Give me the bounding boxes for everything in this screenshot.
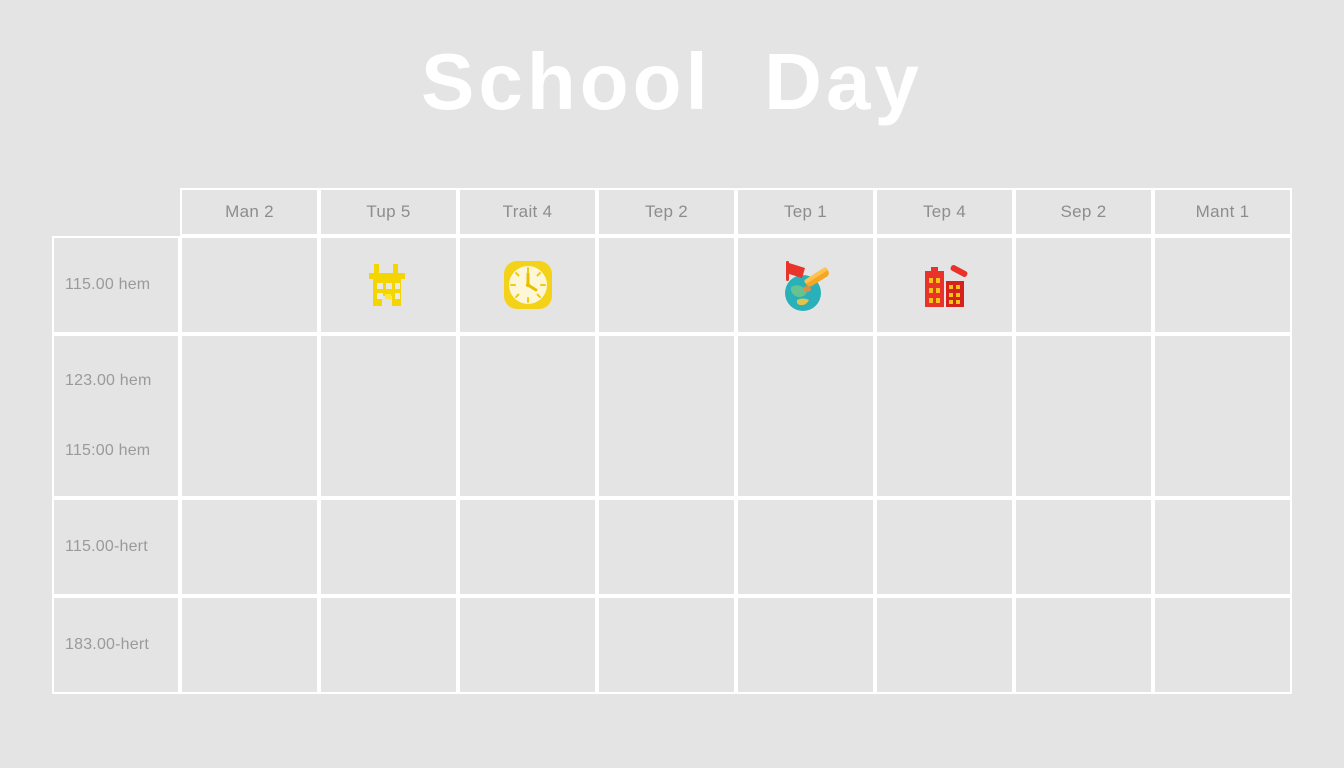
schedule-cell-r4-c2[interactable] [319, 596, 458, 694]
schedule-cell-r2-c4[interactable] [597, 334, 736, 498]
schedule-cell-r3-c5[interactable] [736, 498, 875, 596]
schedule-cell-r4-c6[interactable] [875, 596, 1014, 694]
schedule-cell-r2-c2[interactable] [319, 334, 458, 498]
schedule-cell-r3-c6[interactable] [875, 498, 1014, 596]
schedule-cell-r1-c4[interactable] [597, 236, 736, 334]
schedule-grid: Man 2 Tup 5 Trait 4 Tep 2 Tep 1 Tep 4 Sep 2 Man… [52, 188, 1292, 694]
column-header-7[interactable]: Sep 2 [1014, 188, 1153, 236]
schedule-cell-r2-c1[interactable] [180, 334, 319, 498]
time-label-cell-4: 183.00-hert [52, 596, 180, 694]
schedule-cell-r1-c1[interactable] [180, 236, 319, 334]
schedule-cell-r2-c3[interactable] [458, 334, 597, 498]
school-building-icon[interactable] [319, 236, 458, 334]
schedule-cell-r4-c8[interactable] [1153, 596, 1292, 694]
schedule-cell-r2-c8[interactable] [1153, 334, 1292, 498]
time-label-cell-1: 115.00 hem [52, 236, 180, 334]
column-header-5[interactable]: Tep 1 [736, 188, 875, 236]
schedule-table: Man 2 Tup 5 Trait 4 Tep 2 Tep 1 Tep 4 Sep 2 Man… [52, 188, 1292, 694]
page-title: School Day [421, 37, 923, 126]
clock-icon[interactable] [458, 236, 597, 334]
schedule-cell-r3-c7[interactable] [1014, 498, 1153, 596]
schedule-cell-r2-c7[interactable] [1014, 334, 1153, 498]
schedule-cell-r4-c4[interactable] [597, 596, 736, 694]
globe-flag-icon[interactable] [736, 236, 875, 334]
globe-flag-icon [784, 261, 829, 311]
schedule-cell-r4-c3[interactable] [458, 596, 597, 694]
schedule-cell-r2-c6[interactable] [875, 334, 1014, 498]
time-label: 115.00-hert [65, 538, 148, 555]
column-header-2[interactable]: Tup 5 [319, 188, 458, 236]
schedule-cell-r2-c5[interactable] [736, 334, 875, 498]
time-label: 115.00 hem [65, 276, 151, 293]
schedule-cell-r3-c1[interactable] [180, 498, 319, 596]
time-label: 183.00-hert [65, 636, 150, 653]
clock-icon [503, 261, 552, 309]
column-header-1[interactable]: Man 2 [180, 188, 319, 236]
column-header-8[interactable]: Mant 1 [1153, 188, 1292, 236]
column-header-4[interactable]: Tep 2 [597, 188, 736, 236]
schedule-cell-r4-c5[interactable] [736, 596, 875, 694]
schedule-cell-r3-c2[interactable] [319, 498, 458, 596]
buildings-icon [924, 265, 967, 307]
schedule-cell-r4-c7[interactable] [1014, 596, 1153, 694]
time-label: 115:00 hem [65, 442, 151, 459]
schedule-cell-r1-c8[interactable] [1153, 236, 1292, 334]
buildings-icon[interactable] [875, 236, 1014, 334]
schedule-cell-r4-c1[interactable] [180, 596, 319, 694]
schedule-cell-r3-c8[interactable] [1153, 498, 1292, 596]
time-label-cell-3: 115.00-hert [52, 498, 180, 596]
time-label: 123.00 hem [65, 372, 152, 389]
schedule-cell-r3-c3[interactable] [458, 498, 597, 596]
school-building-icon [368, 264, 405, 306]
column-header-6[interactable]: Tep 4 [875, 188, 1014, 236]
schedule-cell-r1-c7[interactable] [1014, 236, 1153, 334]
schedule-cell-r3-c4[interactable] [597, 498, 736, 596]
column-header-3[interactable]: Trait 4 [458, 188, 597, 236]
time-label-cell-2: 123.00 hem 115:00 hem [52, 334, 180, 498]
table-corner-cell [52, 188, 180, 236]
